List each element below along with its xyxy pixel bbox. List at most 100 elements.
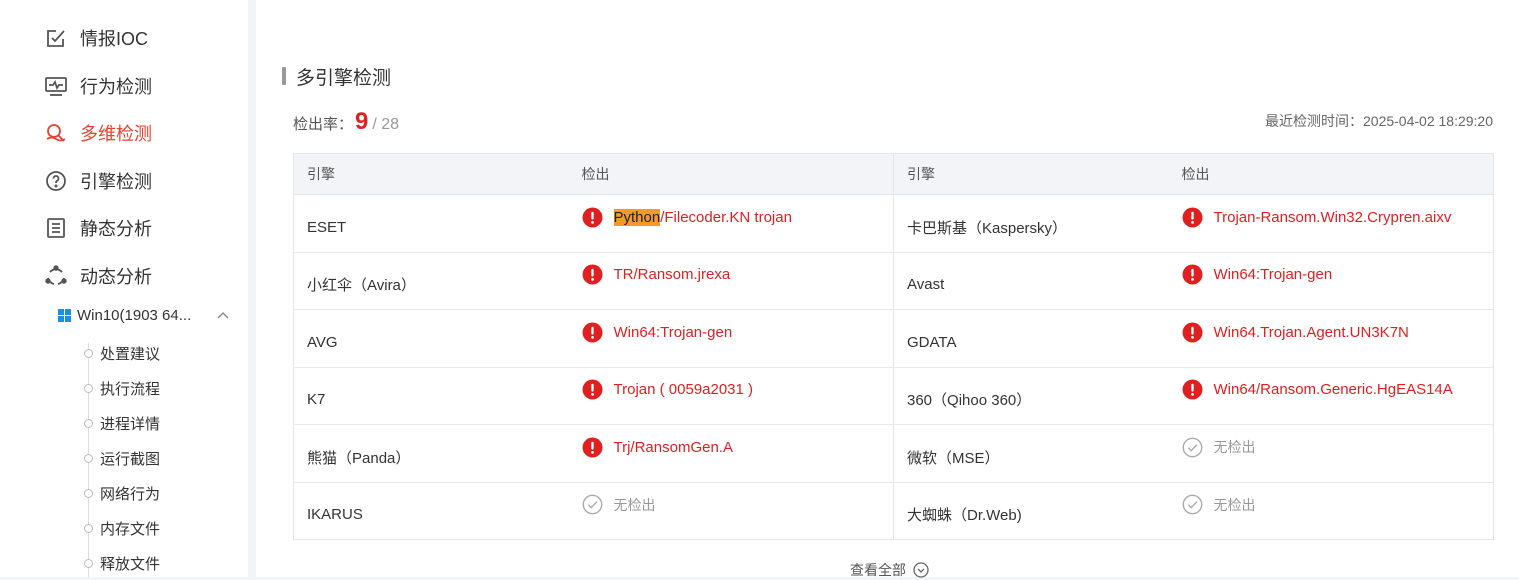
detected-result: Win64:Trojan-gen [1182,264,1333,285]
tree-dot [84,418,93,428]
sidebar-item-dynamic[interactable]: 动态分析 [44,262,152,290]
sub-item-label: 处置建议 [100,345,161,363]
engine-name: IKARUS [307,506,363,524]
table-row: K7 Trojan ( 0059a2031 ) 360（Qihoo 360） Win6… [293,367,1494,425]
rate-value: 9 [355,108,369,135]
sidebar-item-ioc[interactable]: 情报IOC [44,24,148,52]
table-row: ESET Python/Filecoder.KN trojan 卡巴斯基（Kaspe… [293,194,1494,253]
engine-name: 微软（MSE） [893,424,1169,483]
check-circle-icon [1182,437,1202,458]
windows-icon [58,308,71,322]
result-text: Win64/Ransom.Generic.HgEAS14A [1213,381,1453,399]
not-detected-result: 无检出 [1182,494,1256,515]
sub-item-memory[interactable]: 内存文件 [84,517,160,539]
not-detected-result: 无检出 [1182,437,1256,458]
sub-item-label: 内存文件 [100,520,161,538]
sidebar-item-label: 引擎检测 [80,172,152,192]
engine-name: 360（Qihoo 360） [893,367,1169,425]
engine-name: AVG [293,309,569,368]
env-selector[interactable]: Win10(1903 64... [58,303,230,327]
sidebar-item-static[interactable]: 静态分析 [44,214,152,242]
result-text: Trojan-Ransom.Win32.Crypren.aixv [1213,208,1452,226]
env-label: Win10(1903 64... [77,306,192,324]
detection-rate: 检出率： 9 / 28 [293,108,399,142]
tree-dot [84,523,93,533]
detected-result: Trj/RansomGen.A [582,437,733,458]
table-header: 引擎 检出 引擎 检出 [293,153,1494,195]
table-row: AVG Win64:Trojan-gen GDATA Win64.Trojan.Age… [293,309,1494,368]
rate-label: 检出率： [293,116,354,133]
sub-item-advice[interactable]: 处置建议 [84,342,160,364]
sub-item-network[interactable]: 网络行为 [84,482,160,504]
view-all-label: 查看全部 [850,562,906,578]
title-bar [282,67,286,85]
detection-result-cell: Python/Filecoder.KN trojan [568,194,894,253]
table-row: 小红伞（Avira） TR/Ransom.jrexa Avast Win64:Troj… [293,252,1494,310]
result-text: 无检出 [1213,496,1256,513]
detection-result-cell: 无检出 [1169,482,1494,540]
detected-result: Win64/Ransom.Generic.HgEAS14A [1182,379,1453,400]
sidebar-item-engine[interactable]: 引擎检测 [44,167,152,195]
cycle-dots-icon [45,265,67,285]
sub-item-process[interactable]: 进程详情 [84,412,160,434]
view-all-button[interactable]: 查看全部 [850,560,929,580]
alert-icon [1182,264,1202,285]
table-row: 熊猫（Panda） Trj/RansomGen.A 微软（MSE） 无检出 [293,424,1494,483]
sub-item-label: 运行截图 [100,450,161,468]
engine-name: GDATA [893,309,1169,368]
result-text: Win64:Trojan-gen [613,323,733,341]
sub-item-label: 执行流程 [100,380,161,398]
chevron-up-icon[interactable] [216,308,230,322]
result-text: /Filecoder.KN trojan [660,208,792,226]
sidebar-item-label: 行为检测 [80,77,152,97]
detected-result: Trojan-Ransom.Win32.Crypren.aixv [1182,207,1452,228]
highlight-text: Python [613,208,661,226]
detection-result-cell: Trojan-Ransom.Win32.Crypren.aixv [1168,194,1494,253]
sidebar: 情报IOC 行为检测 多维检测 引擎检测 静态分析 动态分析 Win10(190… [0,0,248,577]
detection-result-cell: 无检出 [569,482,894,540]
tree-dot [84,453,93,463]
alert-icon [582,207,602,228]
sub-item-flow[interactable]: 执行流程 [84,377,160,399]
engine-name: 卡巴斯基（Kaspersky） [893,194,1169,253]
header-result: 检出 [568,153,894,195]
section-title: 多引擎检测 [282,63,391,89]
sub-item-screenshot[interactable]: 运行截图 [84,447,160,469]
alert-icon [1182,207,1202,228]
detection-result-cell: Trj/RansomGen.A [568,424,894,483]
tree-dot [84,488,93,498]
detection-result-cell: Trojan ( 0059a2031 ) [568,367,894,425]
sidebar-item-behavior[interactable]: 行为检测 [44,72,152,100]
detected-result: Win64:Trojan-gen [582,322,733,343]
alert-icon [582,379,602,400]
header-engine: 引擎 [893,153,1169,195]
alert-icon [1182,322,1202,343]
edit-checkbox-icon [47,30,65,47]
detected-result: Python/Filecoder.KN trojan [582,207,792,228]
alert-icon [582,264,602,285]
question-circle-icon [46,171,66,191]
result-text: 无检出 [1213,439,1256,456]
detection-result-cell: Win64.Trojan.Agent.UN3K7N [1168,309,1494,368]
check-circle-icon [1182,494,1202,515]
sidebar-item-label: 多维检测 [80,124,152,144]
not-detected-result: 无检出 [582,494,656,515]
result-text: Win64:Trojan-gen [1213,266,1333,284]
result-text: Trojan ( 0059a2031 ) [613,381,754,399]
main-panel: 多引擎检测 检出率： 9 / 28 最近检测时间：2025-04-02 18:2… [256,0,1519,580]
tree-dot [84,348,93,358]
detection-result-cell: Win64:Trojan-gen [1168,252,1494,310]
alert-icon [582,437,602,458]
rate-total: / 28 [372,116,400,133]
sub-item-dropped[interactable]: 释放文件 [84,552,160,574]
engine-name: K7 [293,367,569,425]
sidebar-item-multi-detect[interactable]: 多维检测 [44,119,152,147]
tree-dot [84,558,93,568]
table-row: IKARUS 无检出 大蜘蛛（Dr.Web) 无检出 [294,482,1494,540]
result-text: Trj/RansomGen.A [613,438,733,456]
engine-name: Avast [893,252,1169,310]
detected-result: Trojan ( 0059a2031 ) [582,379,754,400]
engine-table: 引擎 检出 引擎 检出 ESET Python/Filecoder.KN troj… [293,153,1494,540]
sub-item-label: 网络行为 [100,485,161,503]
last-check-time: 最近检测时间：2025-04-02 18:29:20 [1265,113,1493,129]
